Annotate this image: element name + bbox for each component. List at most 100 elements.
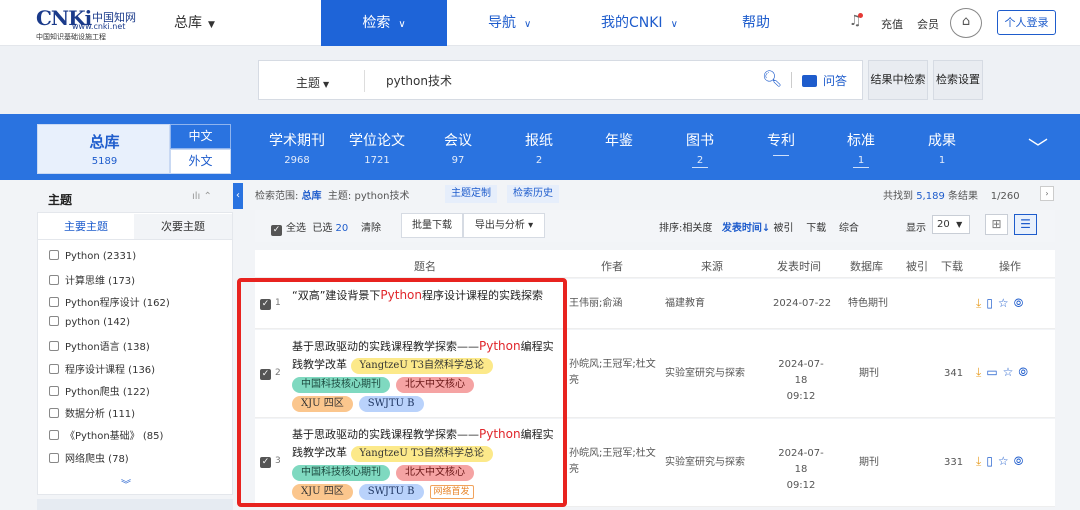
category-patents[interactable]: 专利 — [746, 130, 816, 156]
checkbox[interactable] — [49, 453, 59, 463]
facet-chart-icon[interactable]: ılı ⌃ — [192, 191, 212, 202]
topic-custom-button[interactable]: 主题定制 — [445, 185, 497, 203]
download-icon[interactable]: ⤓ — [976, 454, 981, 468]
read-book-icon[interactable]: ▯ — [986, 454, 993, 468]
author-cell[interactable]: 王伟丽;俞涵 — [569, 296, 657, 312]
sort-cited[interactable]: 被引 — [774, 223, 794, 234]
chinese-toggle[interactable]: 中文 — [170, 124, 231, 149]
checkbox[interactable] — [49, 297, 59, 307]
checkbox[interactable] — [49, 430, 59, 440]
source-cell[interactable]: 实验室研究与探索 — [665, 366, 745, 382]
col-date: 发表时间 — [777, 260, 821, 273]
nav-my-cnki[interactable]: 我的CNKI ∨ — [601, 0, 678, 46]
favorite-star-icon[interactable]: ☆ — [998, 296, 1009, 310]
page-size-select[interactable]: 20 ▼ — [932, 215, 970, 234]
grid-view-icon[interactable]: ⊞ — [985, 214, 1008, 235]
category-standards[interactable]: 标准 1 — [826, 130, 896, 168]
category-achievements[interactable]: 成果 1 — [907, 130, 977, 166]
search-history-button[interactable]: 检索历史 — [507, 185, 559, 203]
facet-item[interactable]: 网络爬虫 (78) — [49, 450, 129, 465]
checkbox[interactable] — [49, 275, 59, 285]
checkbox[interactable] — [49, 250, 59, 260]
checkbox[interactable] — [49, 364, 59, 374]
institution-home-icon[interactable]: ⌂ — [950, 8, 982, 38]
checkbox[interactable] — [49, 408, 59, 418]
library-selector[interactable]: 总库 ▼ — [174, 12, 215, 32]
clear-link[interactable]: 清除 — [361, 223, 381, 234]
category-conferences[interactable]: 会议 97 — [423, 130, 493, 166]
search-field-select[interactable]: 主题 ▼ — [296, 74, 329, 91]
search-settings-button[interactable]: 检索设置 — [933, 60, 983, 100]
facet-item[interactable]: Python爬虫 (122) — [49, 383, 150, 398]
quote-icon[interactable]: ⦾ — [1018, 365, 1028, 379]
show-more-chevron-icon[interactable]: ︾ — [121, 476, 131, 491]
cnki-logo[interactable]: CNKi 中国知网 www.cnki.net 中国知识基础设施工程 — [36, 6, 148, 41]
checkbox-checked-icon[interactable]: ✓ — [271, 225, 282, 236]
category-newspapers[interactable]: 报纸 2 — [504, 130, 574, 166]
chevron-down-icon: ∨ — [670, 19, 678, 30]
category-yearbooks[interactable]: 年鉴 — [584, 130, 654, 155]
facet-item[interactable]: Python (2331) — [49, 250, 136, 262]
expand-chevron-icon[interactable]: ﹀ — [1028, 132, 1048, 161]
sort-date[interactable]: 发表时间↓ — [722, 223, 770, 234]
tab-sub-topic[interactable]: 次要主题 — [134, 214, 232, 239]
facet-item[interactable]: python (142) — [49, 316, 130, 328]
bell-icon[interactable]: ♫ — [849, 13, 863, 29]
sort-options: 排序:相关度 发表时间↓ 被引 下载 综合 — [659, 219, 859, 234]
checkbox[interactable] — [49, 341, 59, 351]
sort-relevance[interactable]: 相关度 — [682, 223, 712, 234]
nav-search[interactable]: 检索 ∨ — [321, 0, 447, 46]
facet-item[interactable]: 数据分析 (111) — [49, 405, 135, 420]
login-button[interactable]: 个人登录 — [997, 10, 1056, 35]
total-library-tab[interactable]: 总库 5189 — [37, 124, 170, 174]
qa-button[interactable]: 问答 — [802, 72, 847, 89]
download-icon[interactable]: ⤓ — [976, 365, 981, 379]
search-within-results-button[interactable]: 结果中检索 — [868, 60, 928, 100]
facet-item[interactable]: 《Python基础》 (85) — [49, 427, 163, 442]
nav-navigation[interactable]: 导航 ∨ — [488, 0, 531, 46]
quote-icon[interactable]: ⦾ — [1014, 296, 1024, 310]
search-icon[interactable]: 🔍︎ — [762, 69, 782, 88]
member-link[interactable]: 会员 — [917, 16, 939, 32]
scope-label: 检索范围: — [255, 191, 299, 202]
col-actions: 操作 — [999, 260, 1021, 273]
category-theses[interactable]: 学位论文 1721 — [342, 130, 412, 166]
source-cell[interactable]: 实验室研究与探索 — [665, 455, 745, 471]
favorite-star-icon[interactable]: ☆ — [998, 454, 1009, 468]
download-icon[interactable]: ⤓ — [976, 296, 981, 310]
quote-icon[interactable]: ⦾ — [1014, 454, 1024, 468]
facet-label: python (142) — [65, 317, 131, 328]
favorite-star-icon[interactable]: ☆ — [1003, 365, 1014, 379]
checkbox[interactable] — [49, 386, 59, 396]
author-cell[interactable]: 孙皖风;王冠军;杜文亮 — [569, 357, 659, 389]
category-books[interactable]: 图书 2 — [665, 130, 735, 168]
page-indicator: 1/260 — [990, 191, 1020, 202]
facet-item[interactable]: Python语言 (138) — [49, 338, 150, 353]
facet-item[interactable]: 计算思维 (173) — [49, 272, 135, 287]
select-all[interactable]: ✓ 全选 已选 20 清除 — [271, 219, 381, 236]
category-name: 专利 — [767, 133, 795, 149]
collapse-panel-icon[interactable]: ‹ — [233, 183, 243, 209]
nav-help[interactable]: 帮助 — [742, 0, 770, 46]
recharge-link[interactable]: 充值 — [881, 16, 903, 32]
export-analysis-button[interactable]: 导出与分析 ▾ — [463, 213, 545, 238]
total-count: 5189 — [91, 156, 118, 167]
next-page-icon[interactable]: › — [1040, 186, 1054, 201]
facet-item[interactable]: 程序设计课程 (136) — [49, 361, 155, 376]
author-cell[interactable]: 孙皖风;王冠军;杜文亮 — [569, 446, 659, 478]
bulk-download-button[interactable]: 批量下载 — [401, 213, 463, 238]
source-cell[interactable]: 福建教育 — [665, 296, 705, 312]
sort-overall[interactable]: 综合 — [839, 223, 859, 234]
checkbox[interactable] — [49, 316, 59, 326]
date-text: 2024-07-18 — [778, 448, 824, 475]
list-view-icon[interactable]: ☰ — [1014, 214, 1037, 235]
tab-main-topic[interactable]: 主要主题 — [38, 214, 134, 239]
search-input[interactable]: python技术 — [386, 72, 452, 89]
read-book-icon[interactable]: ▯ — [986, 296, 993, 310]
foreign-toggle[interactable]: 外文 — [170, 149, 231, 174]
logo-subtitle: 中国知识基础设施工程 — [36, 33, 106, 41]
html-read-icon[interactable]: ▭ — [986, 365, 997, 379]
sort-download[interactable]: 下载 — [806, 223, 826, 234]
category-journals[interactable]: 学术期刊 2968 — [262, 130, 332, 166]
facet-item[interactable]: Python程序设计 (162) — [49, 294, 170, 309]
